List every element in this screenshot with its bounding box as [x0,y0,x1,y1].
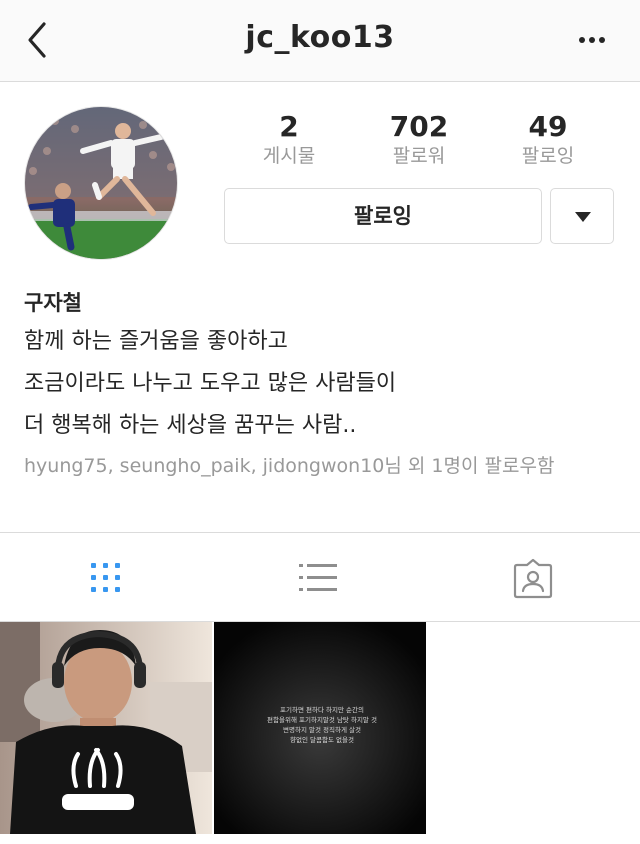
top-navigation-bar: jc_koo13 [0,0,640,82]
profile-avatar[interactable] [24,106,178,260]
quote-line-3: 변명하지 말것 정직하게 살것 [283,725,361,734]
following-button[interactable]: 팔로잉 [224,188,542,244]
followed-by-text[interactable]: hyung75, seungho_paik, jidongwon10님 외 1명… [24,453,616,479]
triangle-down-icon [575,212,591,222]
tab-grid-view[interactable] [0,533,213,621]
quote-line-4: 향없인 달콤함도 없을것 [290,735,354,744]
bio-line: 조금이라도 나누고 도우고 많은 사람들이 [24,371,397,396]
avatar-photo [25,107,177,259]
quote-line-2: 편함을위해 포기하지말것 남탓 하지말 것 [267,715,377,724]
post-thumbnail[interactable] [0,622,212,834]
tab-tagged-photos[interactable] [427,533,640,621]
posts-label: 게시물 [262,145,316,167]
following-label: 팔로잉 [521,145,575,167]
posts-count-stat[interactable]: 2 게시물 [229,110,349,168]
followers-count: 702 [389,110,449,143]
bio-line: 더 행복해 하는 세상을 꿈꾸는 사람.. [24,413,357,438]
bio-line: 함께 하는 즐거움을 좋아하고 [24,329,288,354]
more-options-button[interactable] [576,30,612,50]
following-count: 49 [528,110,568,143]
profile-bio: 구자철 함께 하는 즐거움을 좋아하고 조금이라도 나누고 도우고 많은 사람들… [24,285,616,479]
following-count-stat[interactable]: 49 팔로잉 [488,110,608,168]
followers-label: 팔로워 [392,145,446,167]
suggested-accounts-dropdown-button[interactable] [550,188,614,244]
list-icon [299,564,337,591]
grid-icon [91,563,120,592]
posts-count: 2 [279,110,299,143]
profile-view-tabs [0,532,640,622]
quote-line-1: 포기하면 편하다 하지만 순간의 [280,705,364,714]
more-horizontal-icon [579,37,605,43]
followers-count-stat[interactable]: 702 팔로워 [359,110,479,168]
tab-list-view[interactable] [213,533,426,621]
post-thumbnail[interactable]: 포기하면 편하다 하지만 순간의 편함을위해 포기하지말것 남탓 하지말 것 변… [214,622,426,834]
tagged-person-icon [513,558,553,599]
profile-username-title: jc_koo13 [245,20,395,55]
post-quote-image: 포기하면 편하다 하지만 순간의 편함을위해 포기하지말것 남탓 하지말 것 변… [214,622,426,834]
post-photo-selfie [0,622,212,834]
profile-full-name: 구자철 [24,291,82,315]
